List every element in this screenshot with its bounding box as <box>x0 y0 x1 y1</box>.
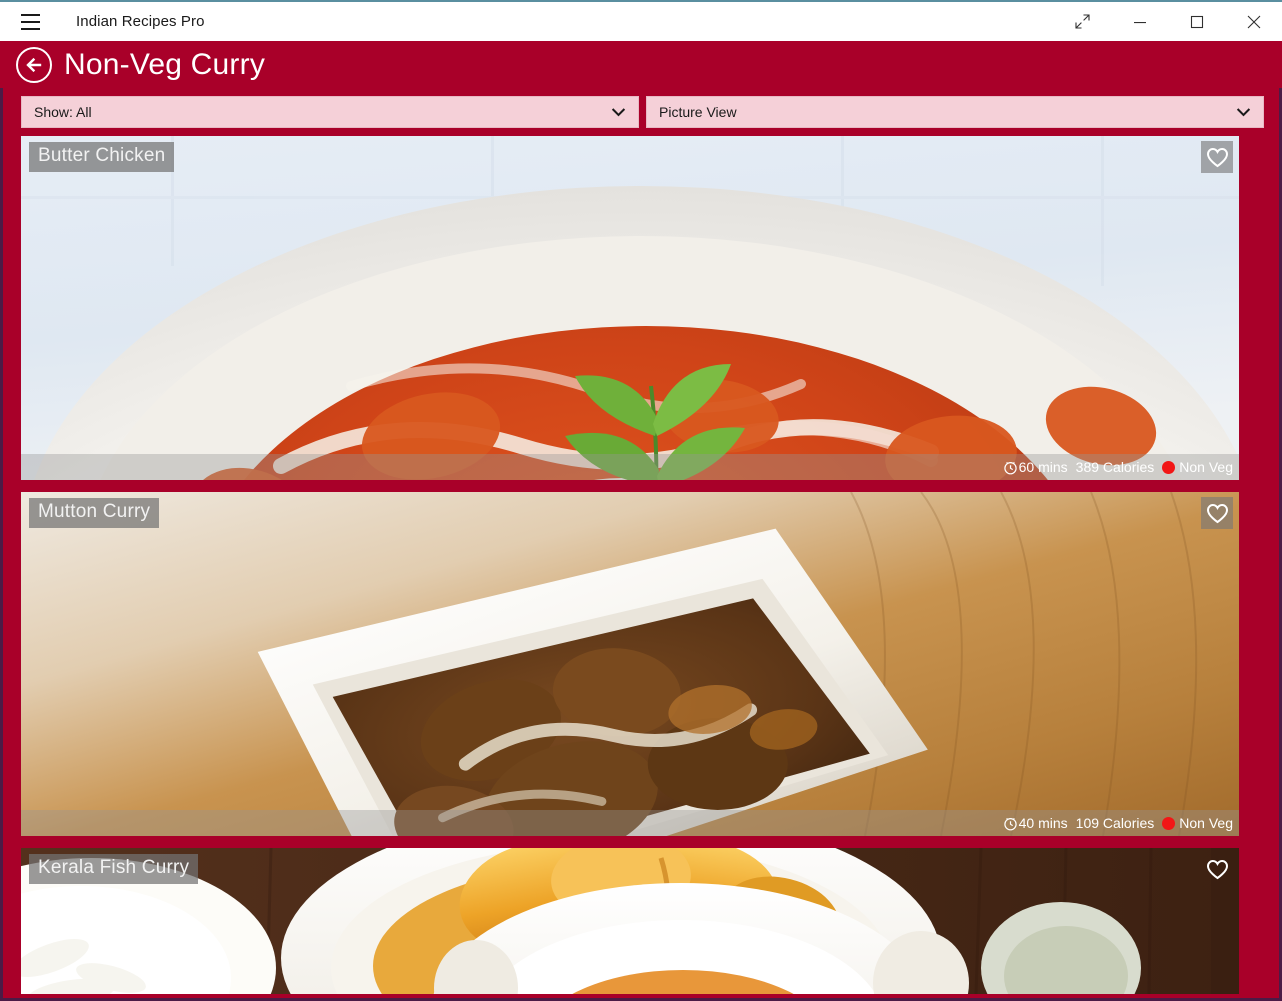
page-title: Non-Veg Curry <box>64 47 266 81</box>
restore-expand-button[interactable] <box>1054 2 1111 41</box>
maximize-icon <box>1190 15 1203 28</box>
recipe-meta-bar: 60 mins 389 Calories Non Veg <box>21 454 1239 480</box>
heart-outline-icon <box>1206 859 1228 879</box>
show-filter-label: Show: All <box>34 104 92 120</box>
recipe-calories: 109 Calories <box>1075 815 1155 831</box>
recipe-diet-label: Non Veg <box>1179 459 1233 475</box>
window-top-accent <box>0 0 1282 2</box>
favorite-button[interactable] <box>1201 853 1233 885</box>
butter-chicken-image <box>21 136 1239 480</box>
clock-icon <box>1003 460 1018 475</box>
recipe-diet-label: Non Veg <box>1179 815 1233 831</box>
recipe-photo-mutton-curry <box>21 492 1239 836</box>
recipe-list: Butter Chicken 60 mins 389 Calories Non … <box>21 136 1261 998</box>
back-arrow-circle-icon[interactable] <box>16 46 52 83</box>
recipe-card[interactable]: Mutton Curry 40 mins 109 Calories Non Ve… <box>21 492 1239 836</box>
view-mode-dropdown[interactable]: Picture View <box>646 96 1264 128</box>
recipe-time: 40 mins <box>1018 815 1068 831</box>
recipe-title: Butter Chicken <box>29 142 175 172</box>
recipe-title: Mutton Curry <box>29 498 160 528</box>
recipe-photo-butter-chicken <box>21 136 1239 480</box>
hamburger-icon[interactable] <box>6 2 54 41</box>
hamburger-bar <box>20 20 40 23</box>
minimize-button[interactable] <box>1111 2 1168 41</box>
heart-outline-icon <box>1206 503 1228 523</box>
close-icon <box>1247 15 1260 28</box>
recipe-photo-kerala-fish-curry <box>21 848 1239 994</box>
recipe-title: Kerala Fish Curry <box>29 854 199 884</box>
filter-row: Show: All Picture View <box>3 96 1279 130</box>
hamburger-bar <box>20 13 40 16</box>
recipe-card[interactable]: Kerala Fish Curry <box>21 848 1239 994</box>
recipe-calories: 389 Calories <box>1075 459 1155 475</box>
favorite-button[interactable] <box>1201 497 1233 529</box>
recipe-time: 60 mins <box>1018 459 1068 475</box>
diet-indicator-dot <box>1162 816 1176 830</box>
title-bar: Indian Recipes Pro <box>0 2 1282 41</box>
maximize-button[interactable] <box>1168 2 1225 41</box>
diet-indicator-dot <box>1162 460 1176 474</box>
hamburger-bar <box>20 27 40 30</box>
app-title: Indian Recipes Pro <box>76 13 205 30</box>
back-arrow-icon <box>26 57 42 72</box>
view-mode-label: Picture View <box>659 104 737 120</box>
clock-icon <box>1003 816 1018 831</box>
minimize-icon <box>1133 21 1146 23</box>
favorite-button[interactable] <box>1201 141 1233 173</box>
content-area: Show: All Picture View Butter Chicken 60… <box>0 88 1282 1001</box>
close-button[interactable] <box>1225 2 1282 41</box>
heart-outline-icon <box>1206 147 1228 167</box>
kerala-fish-curry-image <box>21 848 1239 994</box>
show-filter-dropdown[interactable]: Show: All <box>21 96 639 128</box>
diagonal-arrows-icon <box>1075 14 1090 29</box>
recipe-card[interactable]: Butter Chicken 60 mins 389 Calories Non … <box>21 136 1239 480</box>
chevron-down-icon <box>1236 108 1251 117</box>
page-header: Non-Veg Curry <box>0 41 1282 88</box>
app-window: Indian Recipes Pro Non-Veg Curry Show: A… <box>0 0 1282 1001</box>
mutton-curry-image <box>21 492 1239 836</box>
recipe-meta-bar: 40 mins 109 Calories Non Veg <box>21 810 1239 836</box>
chevron-down-icon <box>611 108 626 117</box>
